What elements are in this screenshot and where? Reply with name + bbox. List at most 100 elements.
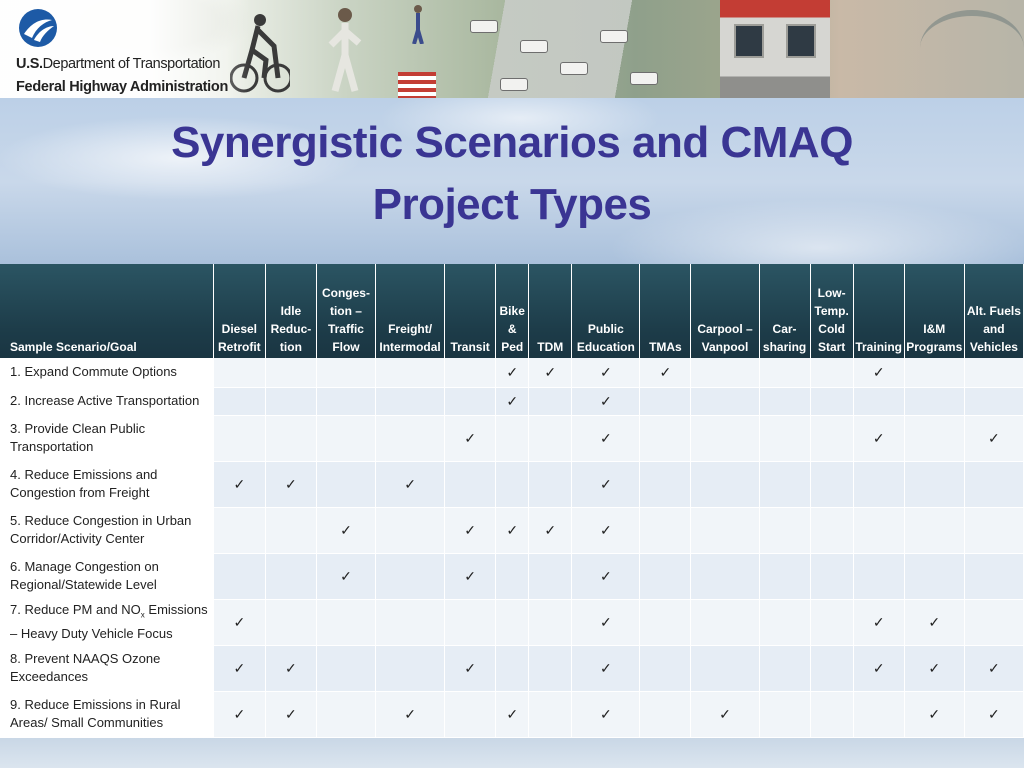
check-cell: [316, 461, 377, 508]
column-header: I&M Programs: [904, 264, 965, 358]
goal-cell: 3. Provide Clean Public Transportation: [0, 415, 214, 462]
check-cell: [213, 358, 266, 388]
check-cell: [495, 553, 530, 600]
table-row: 6. Manage Congestion on Regional/Statewid…: [0, 553, 1024, 600]
check-cell: [690, 358, 760, 388]
check-cell: [639, 387, 692, 416]
car-icon: [630, 72, 658, 85]
check-cell: ✓: [853, 358, 905, 388]
agency-name: U.S.Department of Transportation: [16, 56, 221, 72]
goal-cell: 8. Prevent NAAQS Ozone Exceedances: [0, 645, 214, 692]
check-cell: [810, 461, 854, 508]
car-icon: [500, 78, 528, 91]
check-cell: [964, 553, 1024, 600]
check-cell: [639, 691, 692, 738]
goal-cell: 9. Reduce Emissions in Rural Areas/ Small…: [0, 691, 214, 738]
check-cell: [316, 387, 377, 416]
check-cell: ✓: [265, 461, 317, 508]
check-cell: [316, 691, 377, 738]
check-cell: [265, 358, 317, 388]
goal-text: 9. Reduce Emissions in Rural: [10, 697, 181, 712]
header-text: Public: [587, 322, 624, 336]
header-text: Flow: [332, 340, 360, 354]
header-text: Traffic: [327, 322, 364, 336]
goal-cell: 5. Reduce Congestion in Urban Corridor/Ac…: [0, 507, 214, 554]
check-cell: [853, 461, 905, 508]
check-cell: [690, 387, 760, 416]
checkmark-icon: ✓: [599, 363, 612, 380]
check-cell: [904, 553, 965, 600]
check-cell: ✓: [265, 645, 317, 692]
check-cell: [528, 387, 573, 416]
check-cell: [265, 507, 317, 554]
check-cell: [639, 599, 692, 646]
checkmark-icon: ✓: [659, 363, 672, 380]
checkmark-icon: ✓: [928, 705, 941, 722]
check-cell: ✓: [316, 553, 377, 600]
checkmark-icon: ✓: [988, 429, 1000, 446]
check-cell: [495, 645, 530, 692]
checkmark-icon: ✓: [872, 429, 885, 446]
checkmark-icon: ✓: [506, 705, 519, 722]
goal-text: Regional/Statewide Level: [10, 577, 157, 592]
header-text: TDM: [537, 340, 564, 354]
header-text: Vanpool: [701, 340, 749, 354]
check-cell: [759, 358, 811, 388]
check-cell: [639, 507, 692, 554]
check-cell: ✓: [444, 553, 497, 600]
goal-cell: 6. Manage Congestion on Regional/Statewid…: [0, 553, 214, 600]
table-row: 2. Increase Active Transportation ✓ ✓: [0, 387, 1024, 416]
checkmark-icon: ✓: [233, 613, 246, 630]
check-cell: [690, 599, 760, 646]
footer-band: [0, 738, 1024, 768]
check-cell: [213, 387, 266, 416]
goal-cell: 4. Reduce Emissions and Congestion from F…: [0, 461, 214, 508]
column-header: Freight/Intermodal: [375, 264, 446, 358]
header-text: I&M: [923, 322, 946, 336]
check-cell: [964, 387, 1024, 416]
goal-text: – Heavy Duty Vehicle Focus: [10, 625, 173, 641]
scenario-project-table: Sample Scenario/Goal Diesel Retrofit Idle Re…: [0, 264, 1024, 738]
header-text: Ped: [501, 340, 524, 354]
check-cell: [759, 507, 811, 554]
header-text: Intermodal: [379, 340, 441, 354]
column-header: Public Education: [571, 264, 641, 358]
check-cell: [853, 691, 905, 738]
car-icon: [600, 30, 628, 43]
checkmark-icon: ✓: [506, 392, 519, 409]
checkmark-icon: ✓: [340, 567, 352, 584]
check-cell: ✓: [904, 691, 965, 738]
goal-text: Emissions: [144, 602, 208, 618]
check-cell: ✓: [571, 553, 641, 600]
check-cell: ✓: [571, 461, 641, 508]
header-text: Diesel: [221, 322, 258, 336]
check-cell: ✓: [571, 691, 641, 738]
goal-cell: 1. Expand Commute Options: [0, 358, 214, 388]
header-text: Retrofit: [218, 340, 261, 354]
checkmark-icon: ✓: [872, 613, 885, 630]
header-text: Programs: [906, 340, 963, 354]
check-cell: [759, 387, 811, 416]
check-cell: [964, 507, 1024, 554]
check-cell: [810, 553, 854, 600]
check-cell: [316, 415, 377, 462]
checkmark-icon: ✓: [464, 567, 476, 584]
child-icon: [412, 5, 424, 44]
checkmark-icon: ✓: [599, 705, 612, 722]
check-cell: [853, 553, 905, 600]
check-cell: [375, 387, 446, 416]
goal-cell: 7. Reduce PM and NOx Emissions – Heavy Du…: [0, 599, 214, 646]
checkmark-icon: ✓: [544, 363, 557, 380]
check-cell: ✓: [444, 507, 497, 554]
check-cell: [904, 387, 965, 416]
check-cell: ✓: [444, 645, 497, 692]
runner-icon: [328, 8, 362, 92]
header-text: TMAs: [649, 340, 682, 354]
check-cell: [528, 415, 573, 462]
checkmark-icon: ✓: [285, 659, 297, 676]
column-header: Alt. Fuels and Vehicles: [964, 264, 1024, 358]
title-line-1: Synergistic Scenarios and CMAQ: [171, 118, 853, 167]
check-cell: [690, 461, 760, 508]
check-cell: ✓: [964, 415, 1024, 462]
check-cell: [375, 415, 446, 462]
